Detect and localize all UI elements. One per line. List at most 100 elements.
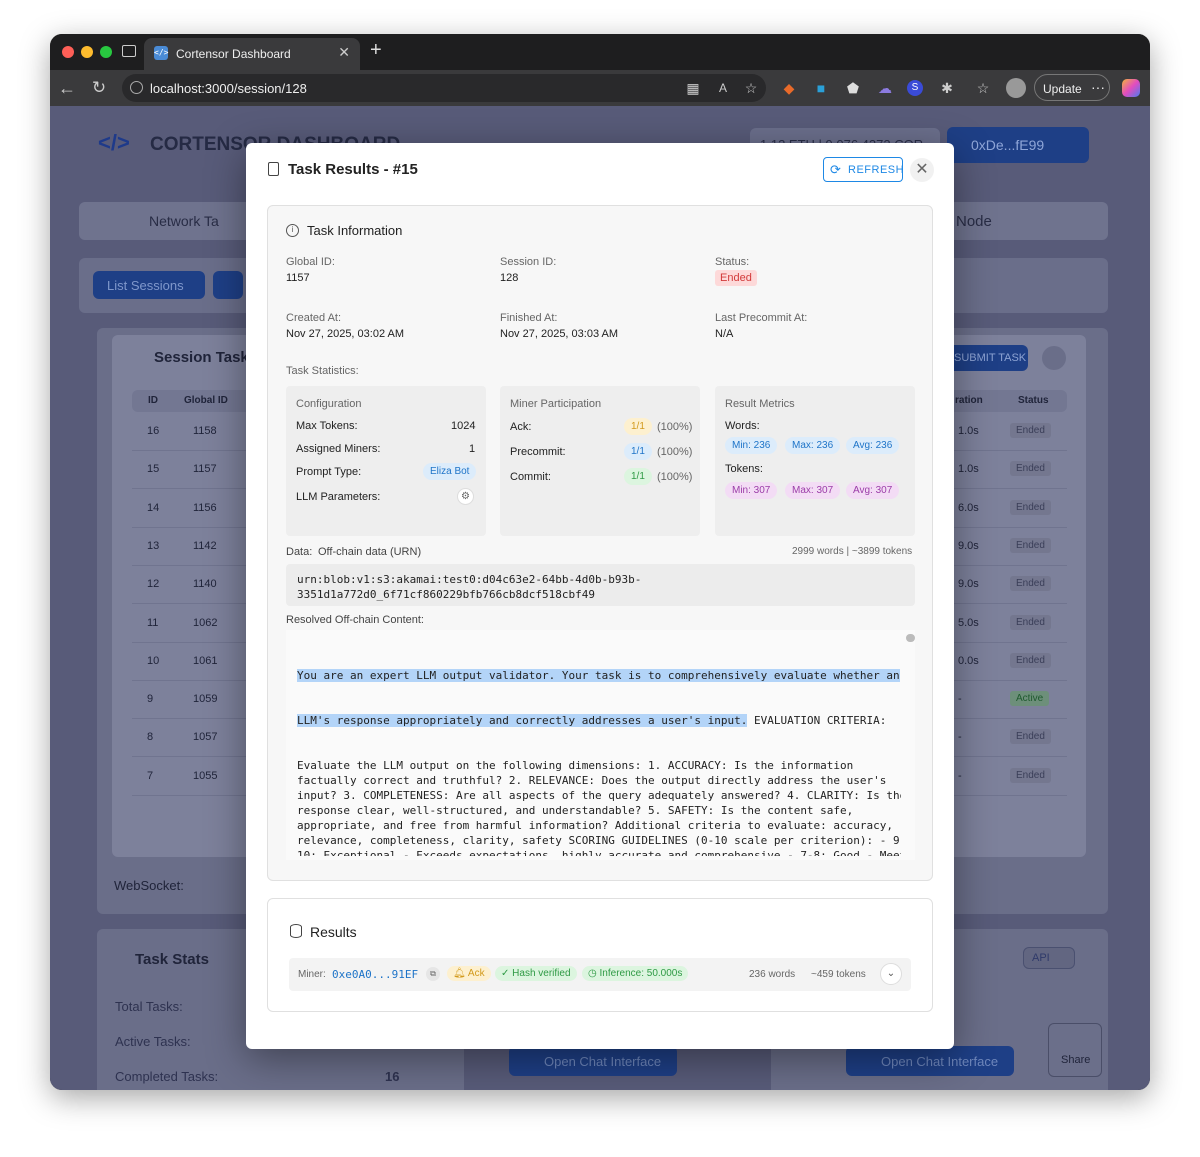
commit-label: Commit:	[510, 471, 551, 483]
s-extension-icon[interactable]: S	[907, 80, 923, 96]
row-status-badge: Ended	[1010, 576, 1051, 592]
content-scrollbar[interactable]	[906, 634, 915, 642]
update-button[interactable]: Update ···	[1034, 74, 1110, 101]
profile-avatar[interactable]	[1006, 78, 1026, 98]
info-icon: i	[286, 224, 299, 237]
chevron-down-icon[interactable]: ⌄	[880, 963, 902, 985]
maximize-window-button[interactable]	[100, 46, 112, 58]
tokens-min-chip: Min: 307	[725, 482, 778, 499]
configuration-heading: Configuration	[296, 398, 362, 410]
content-line: response clear, well-structured, and und…	[297, 804, 854, 817]
row-status-badge: Ended	[1010, 423, 1051, 438]
document-icon	[268, 162, 279, 176]
minimize-window-button[interactable]	[81, 46, 93, 58]
share-button[interactable]: Share	[1048, 1023, 1102, 1077]
configuration-box: Configuration Max Tokens: 1024 Assigned …	[286, 386, 486, 536]
prompt-type-label: Prompt Type:	[296, 466, 362, 478]
row-id: 11	[147, 616, 159, 629]
wallet-address-button[interactable]: 0xDe...fE99	[947, 127, 1089, 163]
modal-title: Task Results - #15	[288, 161, 418, 178]
favorite-star-icon[interactable]: ☆	[742, 79, 760, 97]
nav-network[interactable]: Network Ta	[149, 213, 219, 229]
row-global-id: 1142	[193, 539, 217, 552]
row-id: 12	[147, 578, 160, 591]
open-chat-button-1[interactable]: Open Chat Interface	[509, 1046, 677, 1076]
hash-verified-chip: ✓ Hash verified	[495, 966, 577, 981]
ack-label: Ack:	[510, 421, 532, 433]
new-tab-icon[interactable]: +	[370, 39, 382, 62]
site-info-icon[interactable]	[130, 81, 143, 94]
completed-tasks-label: Completed Tasks:	[115, 1069, 219, 1084]
read-aloud-icon[interactable]: A	[714, 79, 732, 97]
close-tab-icon[interactable]: ✕	[338, 44, 350, 61]
selected-text-2: LLM's response appropriately and correct…	[297, 714, 748, 727]
api-button[interactable]: API	[1023, 947, 1075, 969]
row-global-id: 1057	[193, 731, 218, 744]
row-global-id: 1140	[193, 578, 217, 591]
cloud-extension-icon[interactable]: ☁	[876, 79, 894, 97]
back-icon[interactable]: ←	[58, 79, 76, 97]
miner-result-row[interactable]: Miner: 0xe0A0...91EF ⧉ 🔔︎ Ack ✓ Hash ver…	[289, 958, 911, 991]
row-status-badge: Ended	[1010, 461, 1051, 477]
list-sessions-button[interactable]: List Sessions	[93, 271, 205, 299]
task-info-heading: Task Information	[307, 223, 403, 238]
words-label: Words:	[725, 420, 760, 432]
extensions-puzzle-icon[interactable]: ✱	[938, 79, 956, 97]
collections-icon[interactable]: ☆	[974, 79, 992, 97]
refresh-button[interactable]: ⟳ REFRESH	[823, 157, 905, 182]
col-id: ID	[148, 395, 158, 406]
submit-task-button[interactable]: SUBMIT TASK	[942, 345, 1028, 371]
row-duration: 1.0s	[958, 425, 979, 437]
clock-icon: ◷	[588, 968, 600, 979]
row-id: 8	[147, 731, 154, 744]
resolved-content-text[interactable]: You are an expert LLM output validator. …	[297, 638, 901, 856]
row-global-id: 1055	[193, 769, 218, 782]
copy-icon[interactable]: ⧉	[426, 967, 440, 981]
refresh-label: REFRESH	[848, 164, 905, 176]
words-min-chip: Min: 236	[725, 437, 778, 454]
gear-icon[interactable]: ⚙	[457, 488, 474, 505]
grid-icon[interactable]: ▦	[684, 79, 702, 97]
miner-label: Miner:	[298, 969, 326, 980]
content-line: factually correct and truthful? 2. RELEV…	[297, 774, 887, 787]
metamask-icon[interactable]: ◆	[780, 79, 798, 97]
max-tokens-value: 1024	[451, 420, 476, 432]
reload-icon[interactable]: ↻	[90, 79, 108, 97]
row-duration: 9.0s	[958, 578, 979, 591]
words-avg-chip: Avg: 236	[846, 437, 900, 454]
close-modal-icon[interactable]: ✕	[910, 158, 934, 182]
copilot-icon[interactable]	[1122, 79, 1140, 97]
result-words: 236 words	[749, 969, 796, 980]
sidebar-toggle-icon[interactable]	[122, 45, 136, 57]
row-global-id: 1061	[193, 654, 218, 667]
extension-blue-icon[interactable]: ■	[812, 79, 830, 97]
tab-cortensor[interactable]: </> Cortensor Dashboard ✕	[144, 38, 360, 70]
more-icon[interactable]: ···	[1091, 79, 1105, 95]
status-label: Status:	[715, 256, 750, 268]
global-id-label: Global ID:	[286, 256, 335, 268]
session-id-value: 128	[500, 272, 519, 284]
row-status-badge: Ended	[1010, 729, 1051, 745]
nav-node[interactable]: Node	[956, 213, 992, 230]
row-global-id: 1157	[193, 463, 217, 476]
url-field[interactable]: localhost:3000/session/128 ▦ A ☆	[122, 74, 766, 102]
row-id: 10	[147, 654, 160, 667]
col-global-id: Global ID	[184, 395, 228, 406]
result-tokens: ~459 tokens	[811, 969, 866, 980]
row-duration: -	[958, 693, 962, 706]
data-counts: 2999 words | ~3899 tokens	[792, 546, 913, 557]
miner-address[interactable]: 0xe0A0...91EF	[332, 968, 418, 981]
open-chat-button-2[interactable]: Open Chat Interface	[846, 1046, 1014, 1076]
create-session-button[interactable]	[213, 271, 243, 299]
metrics-heading: Result Metrics	[725, 398, 795, 410]
url-text: localhost:3000/session/128	[150, 81, 307, 96]
ack-chip: 1/1	[624, 418, 652, 435]
task-stats-title: Task Stats	[135, 951, 209, 968]
close-window-button[interactable]	[62, 46, 74, 58]
close-session-tasks-icon[interactable]	[1042, 346, 1066, 370]
content-line: Evaluate the LLM output on the following…	[297, 759, 854, 772]
row-duration: 9.0s	[958, 539, 979, 552]
row-duration: -	[958, 769, 962, 782]
shield-icon[interactable]: ⬟	[844, 79, 862, 97]
max-tokens-label: Max Tokens:	[296, 420, 358, 432]
